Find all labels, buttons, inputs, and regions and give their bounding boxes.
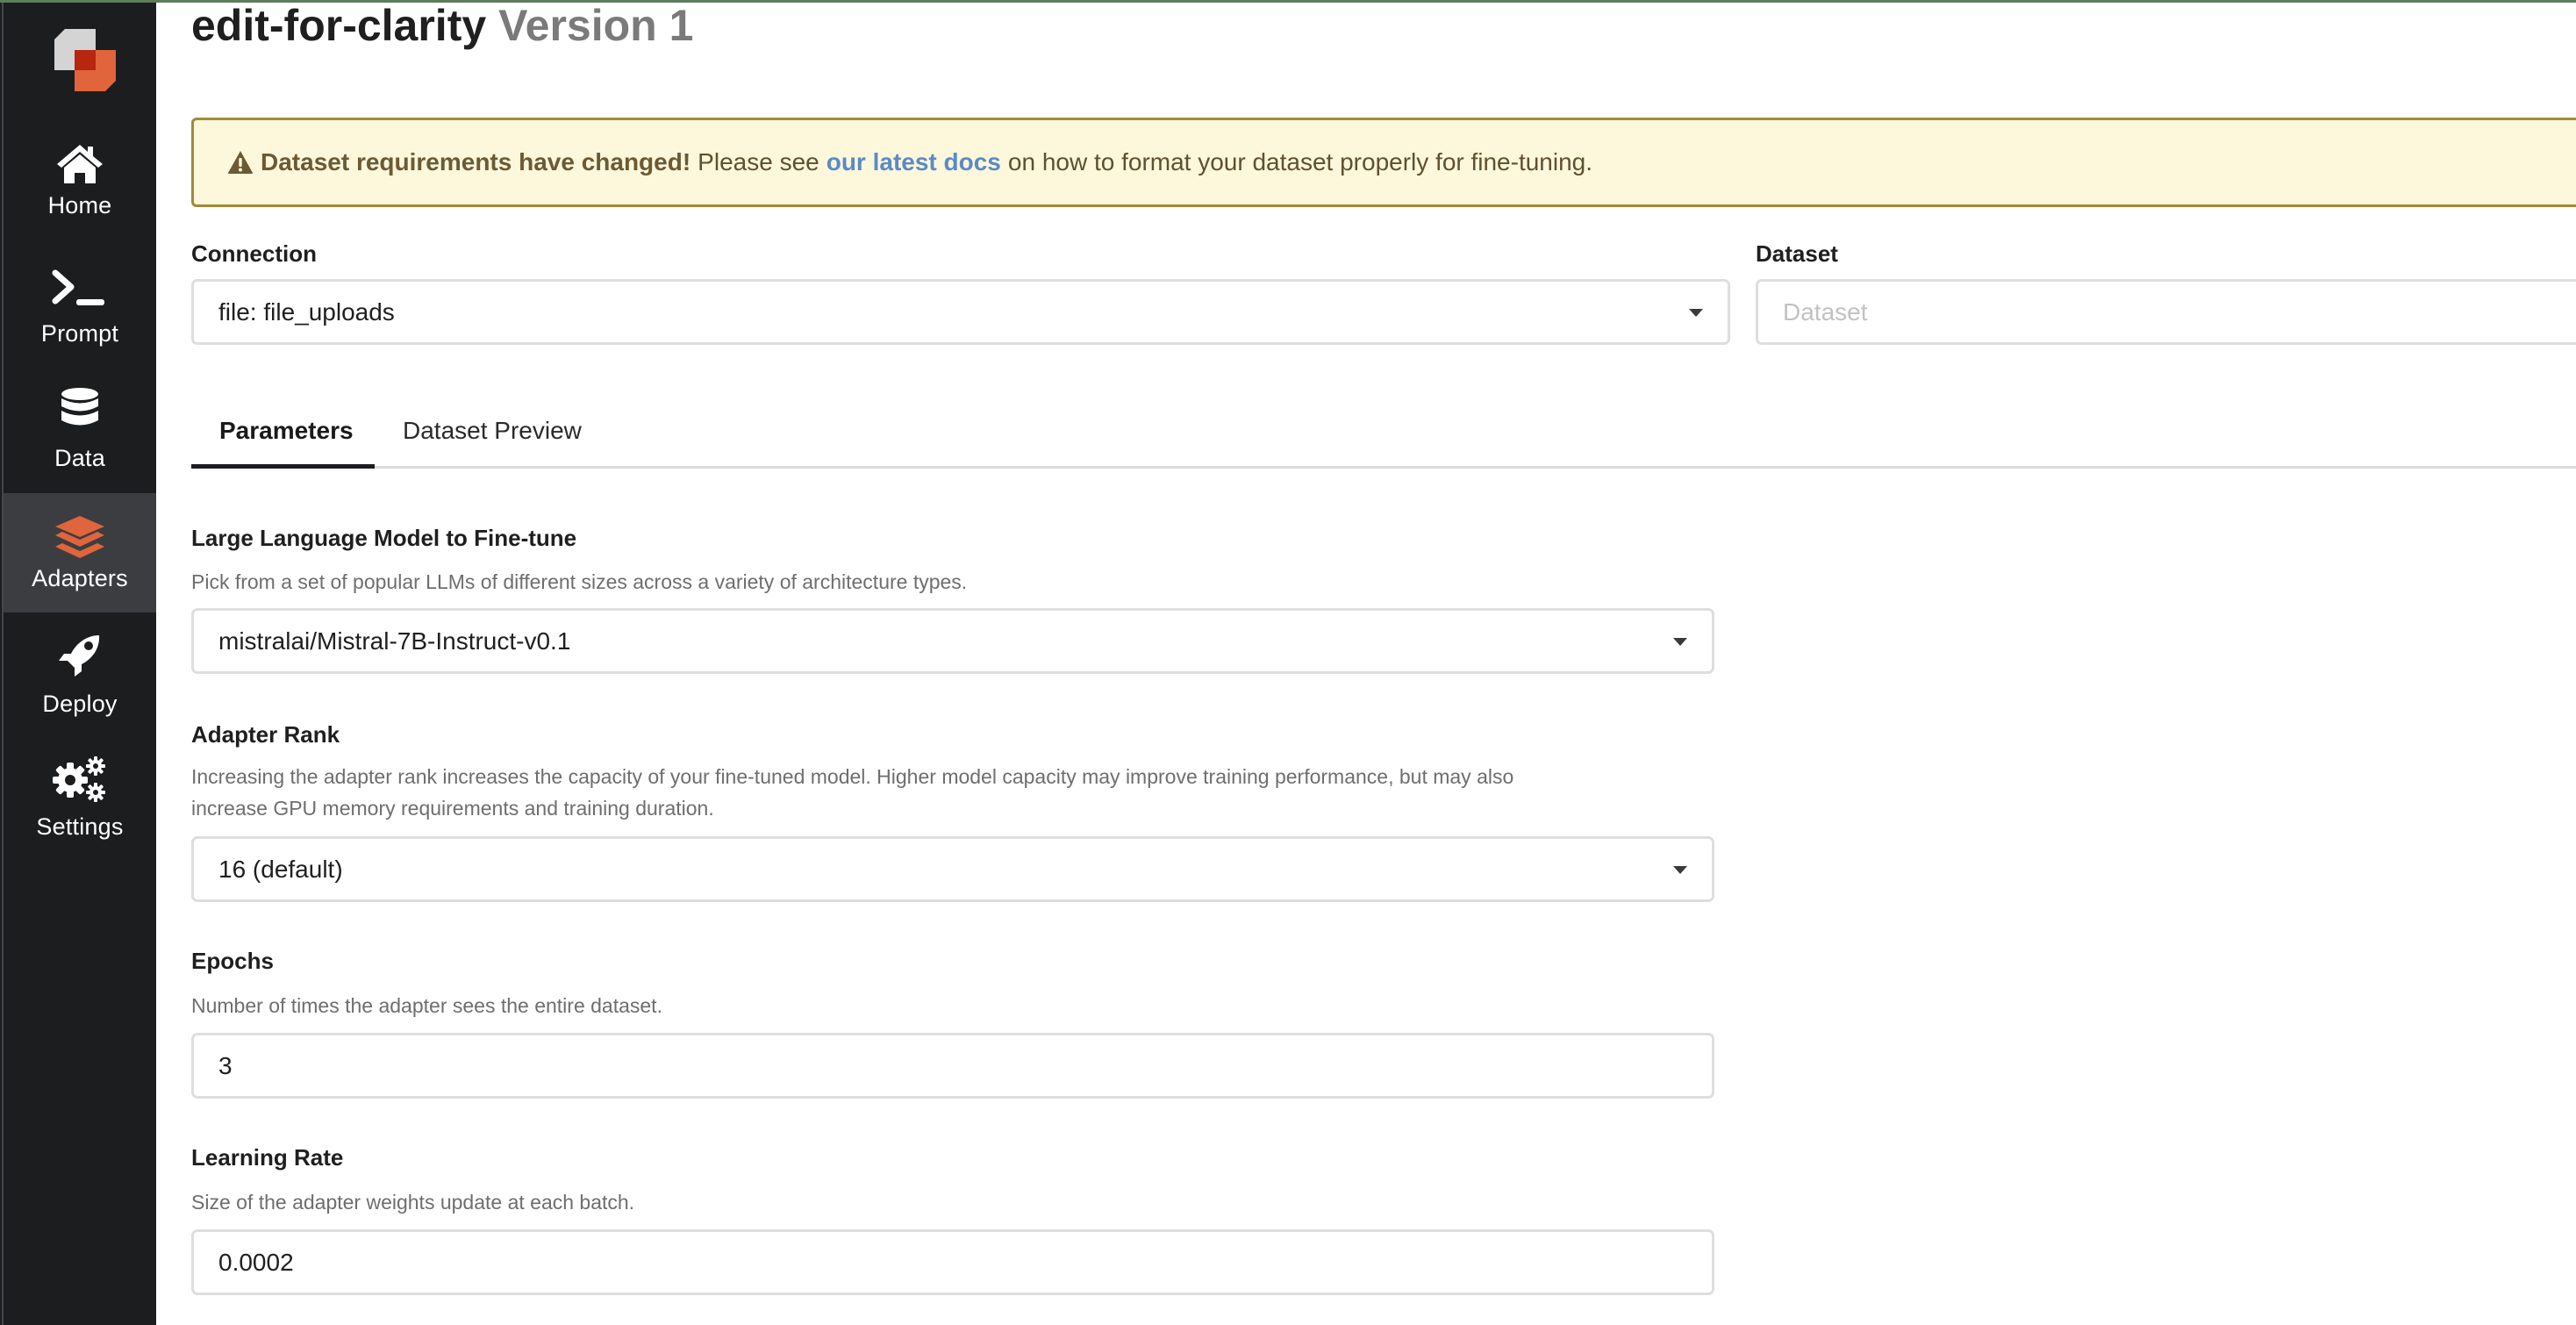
- home-icon: [57, 145, 103, 183]
- sidebar-item-deploy[interactable]: Deploy: [4, 627, 156, 724]
- main-content: edit-for-clarity Version 1 Dataset requi…: [156, 3, 2576, 1325]
- database-icon: [61, 388, 98, 426]
- learning-rate-value: 0.0002: [218, 1248, 294, 1276]
- sidebar-item-settings[interactable]: Settings: [4, 750, 156, 847]
- adapter-name: edit-for-clarity: [191, 3, 487, 50]
- learning-rate-input[interactable]: 0.0002: [191, 1229, 1714, 1295]
- page-title: edit-for-clarity Version 1: [191, 3, 693, 52]
- logo-icon[interactable]: [53, 29, 119, 96]
- chevron-down-icon: [1673, 866, 1687, 874]
- epochs-description: Number of times the adapter sees the ent…: [191, 994, 662, 1017]
- adapter-rank-description: increase GPU memory requirements and tra…: [191, 797, 714, 820]
- learning-rate-description: Size of the adapter weights update at ea…: [191, 1191, 635, 1214]
- tabs-divider: [191, 466, 2576, 469]
- epochs-input[interactable]: 3: [191, 1033, 1714, 1099]
- connection-label: Connection: [191, 240, 317, 267]
- banner-text: Please see: [698, 148, 819, 175]
- dataset-placeholder: Dataset: [1783, 297, 1868, 326]
- adapter-rank-label: Adapter Rank: [191, 721, 340, 748]
- tab-dataset-preview[interactable]: Dataset Preview: [403, 417, 582, 445]
- adapter-version: Version 1: [498, 3, 694, 50]
- banner-text: on how to format your dataset properly f…: [1007, 148, 1593, 175]
- active-tab-indicator: [191, 464, 375, 469]
- sidebar-item-home[interactable]: Home: [4, 134, 156, 231]
- banner-heading: Dataset requirements have changed!: [261, 148, 691, 175]
- epochs-label: Epochs: [191, 948, 274, 974]
- sidebar-item-label: Adapters: [32, 565, 128, 591]
- learning-rate-label: Learning Rate: [191, 1144, 344, 1171]
- sidebar-item-prompt[interactable]: Prompt: [4, 262, 156, 359]
- llm-value: mistralai/Mistral-7B-Instruct-v0.1: [218, 627, 571, 655]
- sidebar-item-label: Data: [54, 445, 105, 471]
- sidebar: Home Prompt Data Adapters Deploy Setting…: [0, 3, 156, 1325]
- docs-link[interactable]: our latest docs: [826, 148, 1001, 176]
- adapter-rank-description: Increasing the adapter rank increases th…: [191, 765, 1514, 788]
- tab-parameters[interactable]: Parameters: [219, 417, 354, 445]
- sidebar-item-label: Deploy: [42, 691, 118, 717]
- sidebar-item-adapters[interactable]: Adapters: [4, 493, 156, 612]
- rocket-icon: [59, 635, 100, 677]
- layers-icon: [55, 516, 104, 558]
- dataset-label: Dataset: [1756, 240, 1838, 267]
- llm-label: Large Language Model to Fine-tune: [191, 525, 577, 551]
- epochs-value: 3: [218, 1051, 233, 1079]
- connection-select[interactable]: file: file_uploads: [191, 279, 1730, 345]
- terminal-prompt-icon: [52, 269, 104, 305]
- adapter-rank-select[interactable]: 16 (default): [191, 836, 1714, 902]
- dataset-requirements-banner: Dataset requirements have changed! Pleas…: [191, 118, 2576, 207]
- sidebar-item-label: Home: [47, 192, 112, 218]
- llm-select[interactable]: mistralai/Mistral-7B-Instruct-v0.1: [191, 608, 1714, 674]
- sidebar-item-label: Settings: [36, 813, 124, 840]
- sidebar-item-data[interactable]: Data: [4, 380, 156, 485]
- warning-triangle-icon: [228, 151, 253, 174]
- chevron-down-icon: [1689, 309, 1703, 317]
- chevron-down-icon: [1673, 638, 1687, 646]
- connection-value: file: file_uploads: [218, 297, 395, 326]
- gears-icon: [53, 756, 105, 802]
- dataset-input[interactable]: Dataset: [1756, 279, 2576, 345]
- llm-description: Pick from a set of popular LLMs of diffe…: [191, 570, 968, 593]
- adapter-rank-value: 16 (default): [218, 855, 343, 883]
- sidebar-item-label: Prompt: [40, 320, 119, 347]
